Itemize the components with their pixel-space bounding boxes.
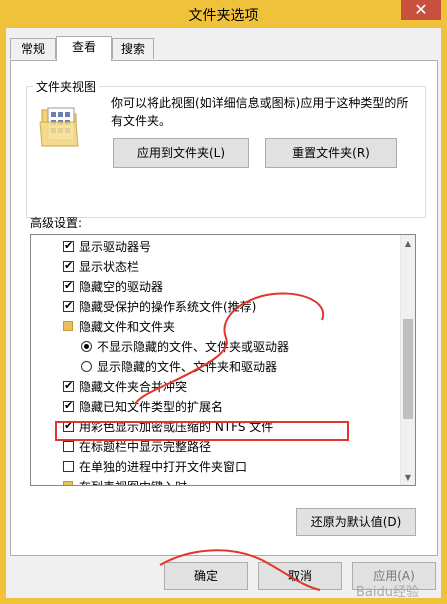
tab-view[interactable]: 查看 [56, 36, 112, 61]
red-scribble-annotation [134, 292, 325, 591]
folder-options-window: 文件夹选项 ✕ 常规 查看 搜索 文件夹视图 你可以将此视图(如详细信息或图标)… [0, 0, 447, 604]
